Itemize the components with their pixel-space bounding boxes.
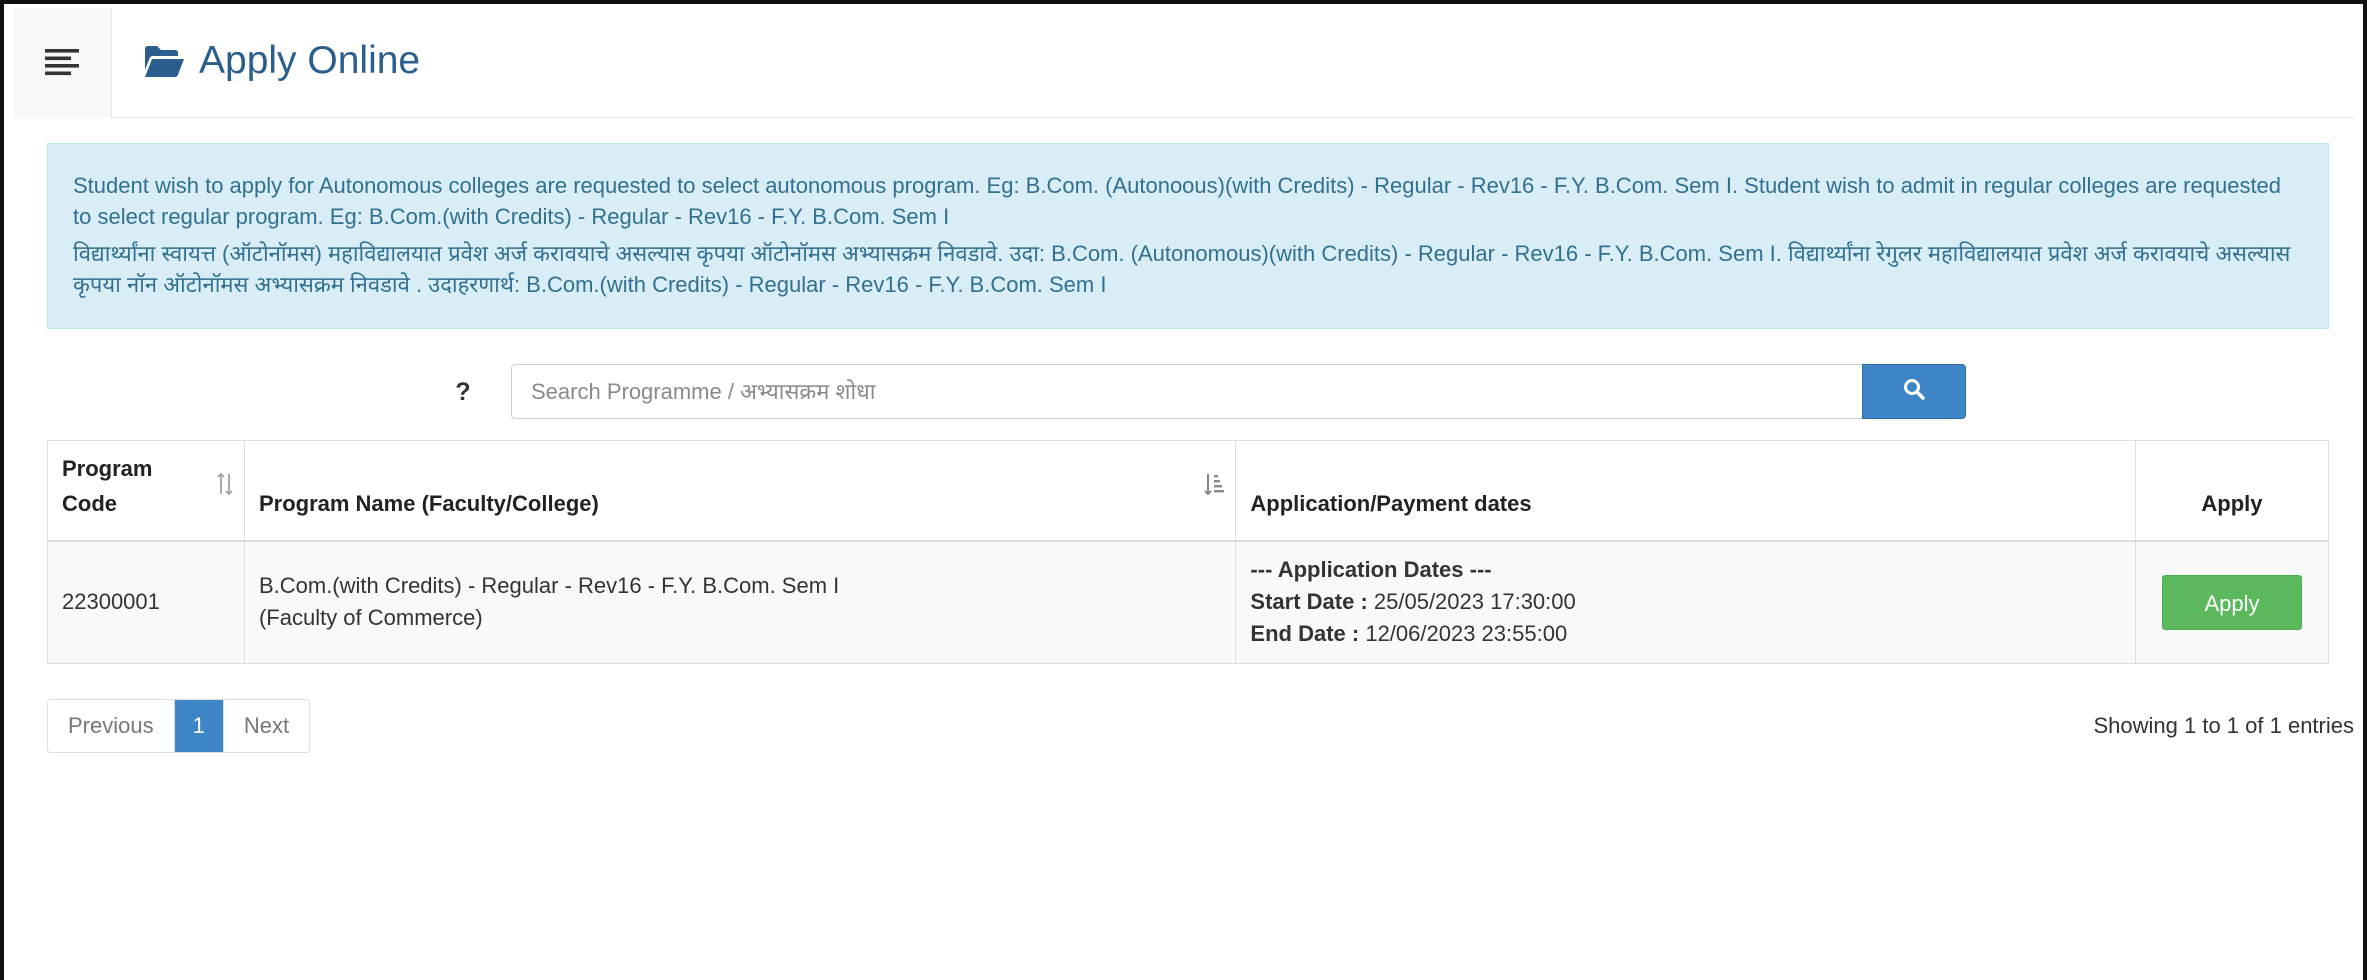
previous-page-button[interactable]: Previous: [48, 700, 174, 752]
apply-cell: Apply: [2134, 540, 2330, 664]
program-faculty: (Faculty of Commerce): [258, 605, 483, 631]
search-input[interactable]: [511, 364, 1863, 419]
page-title: Apply Online: [143, 34, 420, 88]
page-content: Apply Online Student wish to apply for A…: [14, 8, 2354, 980]
start-date-line: Start Date : 25/05/2023 17:30:00: [1250, 586, 2121, 618]
page-1-button[interactable]: 1: [173, 700, 223, 752]
page-title-text: Apply Online: [199, 39, 421, 82]
table-row: 22300001 B.Com.(with Credits) - Regular …: [47, 540, 2330, 664]
app-window: Apply Online Student wish to apply for A…: [0, 0, 2367, 980]
column-header-program-name[interactable]: Program Name (Faculty/College): [243, 440, 1237, 542]
column-label-program-name: Program Name (Faculty/College): [258, 490, 599, 516]
sort-ascending-icon: [1203, 471, 1225, 506]
column-header-apply: Apply: [2134, 440, 2330, 542]
instructions-alert: Student wish to apply for Autonomous col…: [47, 143, 2329, 329]
menu-toggle-button[interactable]: [14, 8, 112, 118]
column-header-program-code[interactable]: Program Code: [47, 440, 245, 542]
program-name-cell: B.Com.(with Credits) - Regular - Rev16 -…: [243, 540, 1237, 664]
end-date-label: End Date :: [1250, 621, 1360, 647]
column-header-dates: Application/Payment dates: [1235, 440, 2136, 542]
instructions-english: Student wish to apply for Autonomous col…: [73, 173, 2282, 229]
pagination: Previous 1 Next: [47, 699, 311, 753]
program-name: B.Com.(with Credits) - Regular - Rev16 -…: [258, 573, 840, 599]
folder-open-icon: [143, 45, 185, 78]
table-header-row: Program Code Program Name (Faculty/Colle…: [47, 440, 2330, 542]
page-header: Apply Online: [14, 8, 2354, 118]
entries-info: Showing 1 to 1 of 1 entries: [2093, 713, 2355, 738]
next-page-button[interactable]: Next: [222, 700, 310, 752]
application-dates-heading: --- Application Dates ---: [1250, 557, 1492, 583]
hamburger-icon: [44, 48, 81, 78]
instructions-marathi: विद्यार्थ्यांना स्वायत्त (ऑटोनॉमस) महावि…: [73, 241, 2291, 297]
dates-cell: --- Application Dates --- Start Date : 2…: [1235, 540, 2136, 664]
search-icon: [1903, 378, 1925, 405]
apply-button[interactable]: Apply: [2161, 574, 2302, 630]
program-code-cell: 22300001: [47, 540, 245, 664]
column-label-program-code: Program Code: [62, 455, 153, 516]
end-date-line: End Date : 12/06/2023 23:55:00: [1250, 618, 2121, 650]
start-date-label: Start Date :: [1250, 589, 1368, 615]
sort-both-icon: [216, 471, 234, 506]
search-button[interactable]: [1862, 364, 1966, 419]
help-icon[interactable]: ?: [451, 376, 475, 408]
end-date-value: 12/06/2023 23:55:00: [1359, 621, 1568, 647]
programs-table: Program Code Program Name (Faculty/Colle…: [47, 440, 2330, 664]
start-date-value: 25/05/2023 17:30:00: [1367, 589, 1576, 615]
